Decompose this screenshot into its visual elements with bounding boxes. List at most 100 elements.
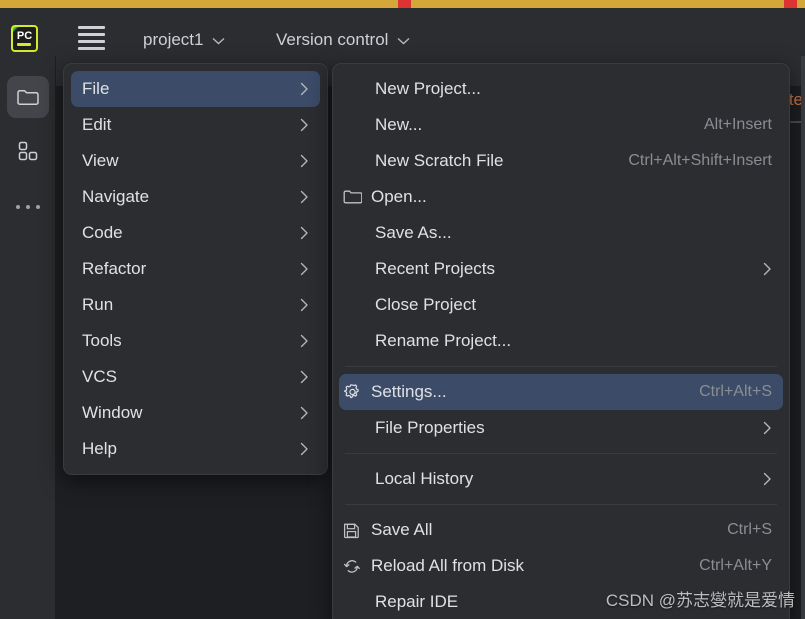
file-menu-item-save-all[interactable]: Save All Ctrl+S [339,512,783,548]
grid-squares-icon [17,140,39,162]
menu-item-shortcut: Ctrl+Alt+S [699,383,772,400]
hamburger-line [78,33,105,36]
menu-item-shortcut: Ctrl+Alt+Y [699,557,772,574]
main-menu-popup: File Edit View Navigate Code Refactor Run Tools… [63,63,328,475]
chevron-right-icon [763,472,772,486]
chevron-right-icon [300,82,309,96]
menu-item-label: VCS [82,367,117,386]
sidebar-item-plugins[interactable] [7,130,49,172]
main-menu-button[interactable] [78,26,105,50]
file-menu-popup: New Project... New... Alt+Insert New Scratc… [332,63,790,619]
sidebar-item-more[interactable] [7,192,49,222]
refresh-icon [343,558,365,575]
rail-divider [55,56,56,619]
file-menu-item-settings[interactable]: Settings... Ctrl+Alt+S [339,374,783,410]
main-menu-item-vcs[interactable]: VCS [71,359,320,395]
menu-item-label: Reload All from Disk [371,556,525,575]
main-menu-item-navigate[interactable]: Navigate [71,179,320,215]
file-menu-item-local-history[interactable]: Local History [339,461,783,497]
left-tool-rail [0,56,56,619]
menu-separator [345,504,777,505]
menu-item-label: Edit [82,115,112,134]
menu-item-label: Close Project [375,295,477,314]
menu-item-label: Refactor [82,259,147,278]
folder-icon [343,189,365,205]
browser-chip-2 [784,0,797,8]
menu-item-label: Tools [82,331,122,350]
menu-item-label: New Scratch File [375,151,504,170]
chevron-down-icon [212,37,225,45]
editor-scrollbar[interactable] [801,56,805,619]
menu-item-label: Save As... [375,223,452,242]
folder-icon [16,87,40,107]
ide-window: te ert rt PC project1 Version con [0,8,805,619]
dot [26,205,30,209]
file-menu-item-open[interactable]: Open... [339,179,783,215]
dot [36,205,40,209]
main-menu-item-view[interactable]: View [71,143,320,179]
version-control-label: Version control [276,30,389,49]
chevron-right-icon [300,190,309,204]
menu-item-label: Save All [371,520,433,539]
menu-item-label: Help [82,439,117,458]
menu-item-label: New... [375,115,423,134]
file-menu-item-new[interactable]: New... Alt+Insert [339,107,783,143]
menu-separator [345,366,777,367]
main-menu-item-tools[interactable]: Tools [71,323,320,359]
main-menu-item-help[interactable]: Help [71,431,320,467]
main-menu-item-edit[interactable]: Edit [71,107,320,143]
menu-item-shortcut: Ctrl+Alt+Shift+Insert [628,152,772,169]
pycharm-logo-text: PC [16,30,33,42]
background-browser-strip [0,0,805,8]
main-menu-item-code[interactable]: Code [71,215,320,251]
main-menu-item-file[interactable]: File [71,71,320,107]
menu-item-label: Code [82,223,123,242]
version-control-widget[interactable]: Version control [276,27,410,53]
chevron-right-icon [300,334,309,348]
menu-item-label: Recent Projects [375,259,495,278]
chevron-right-icon [300,118,309,132]
ellipsis-icon [16,205,40,209]
gear-icon [343,383,365,402]
menu-item-label: File [82,79,110,98]
file-menu-item-file-properties[interactable]: File Properties [339,410,783,446]
chevron-right-icon [300,370,309,384]
menu-item-label: File Properties [375,418,485,437]
menu-item-shortcut: Ctrl+S [727,521,772,538]
menu-item-shortcut: Alt+Insert [703,116,772,133]
dot [16,205,20,209]
hamburger-line [78,47,105,50]
file-menu-item-rename-project[interactable]: Rename Project... [339,323,783,359]
file-menu-item-new-scratch-file[interactable]: New Scratch File Ctrl+Alt+Shift+Insert [339,143,783,179]
main-toolbar: PC project1 Version control [0,8,805,56]
browser-chip-1 [398,0,411,8]
main-menu-item-refactor[interactable]: Refactor [71,251,320,287]
chevron-right-icon [300,298,309,312]
project-widget-label: project1 [143,30,204,49]
sidebar-item-project[interactable] [7,76,49,118]
file-menu-item-save-as[interactable]: Save As... [339,215,783,251]
chevron-right-icon [300,406,309,420]
main-menu-item-window[interactable]: Window [71,395,320,431]
file-menu-item-recent-projects[interactable]: Recent Projects [339,251,783,287]
menu-item-label: Local History [375,469,474,488]
main-menu-item-run[interactable]: Run [71,287,320,323]
chevron-right-icon [300,226,309,240]
menu-item-label: View [82,151,119,170]
menu-item-label: Navigate [82,187,150,206]
menu-item-label: Open... [371,187,427,206]
project-widget[interactable]: project1 [143,27,225,53]
chevron-down-icon [397,37,410,45]
menu-item-label: Rename Project... [375,331,512,350]
file-menu-item-reload-all-from-disk[interactable]: Reload All from Disk Ctrl+Alt+Y [339,548,783,584]
file-menu-item-close-project[interactable]: Close Project [339,287,783,323]
pycharm-logo[interactable]: PC [11,25,38,52]
file-menu-item-new-project[interactable]: New Project... [339,71,783,107]
chevron-right-icon [300,154,309,168]
floppy-icon [343,522,365,539]
menu-separator [345,453,777,454]
hamburger-line [78,40,105,43]
menu-item-label: Repair IDE [375,592,459,611]
menu-item-label: New Project... [375,79,481,98]
chevron-right-icon [763,421,772,435]
